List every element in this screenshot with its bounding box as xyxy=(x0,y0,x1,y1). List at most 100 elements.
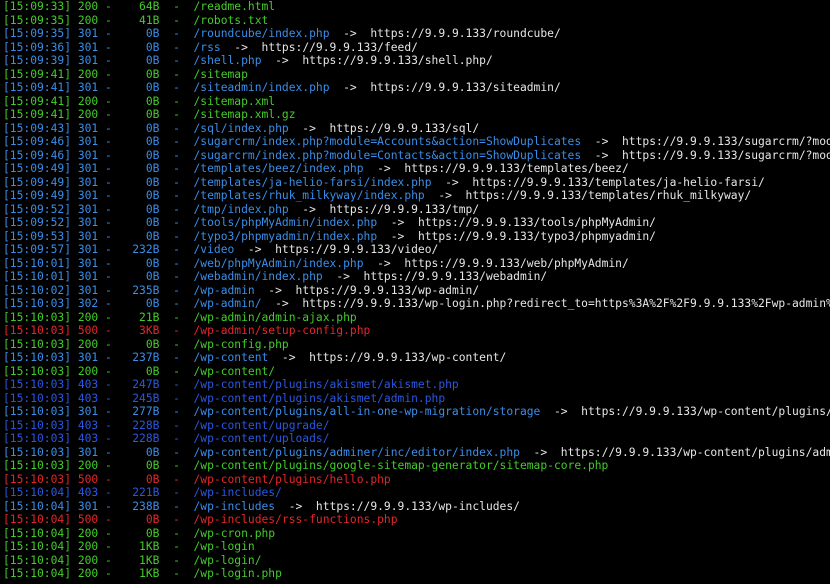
log-line: [15:10:03] 500 - 3KB - /wp-admin/setup-c… xyxy=(0,324,830,338)
log-time: [15:09:49] xyxy=(3,175,72,189)
separator: - xyxy=(159,445,194,459)
log-line: [15:09:41] 200 - 0B - /sitemap xyxy=(0,68,830,82)
log-size: 0B xyxy=(125,27,160,40)
log-redirect-url: https://9.9.9.133/templates/beez/ xyxy=(404,162,629,175)
separator: - xyxy=(98,202,126,216)
log-size: 245B xyxy=(125,391,160,405)
log-status-code: 301 xyxy=(77,243,99,256)
log-size: 0B xyxy=(125,297,160,310)
log-redirect-url: https://9.9.9.133/templates/rhuk_milkywa… xyxy=(465,189,752,202)
separator: - xyxy=(159,391,194,405)
log-size: 277B xyxy=(125,405,160,418)
redirect-arrow: -> xyxy=(261,297,303,310)
log-status-code: 200 xyxy=(77,540,99,553)
log-time: [15:10:03] xyxy=(3,310,72,324)
log-redirect-url: https://9.9.9.133/typo3/phpmyadmin/ xyxy=(417,229,656,243)
log-path: /video xyxy=(193,243,235,256)
log-time: [15:09:49] xyxy=(3,162,72,175)
log-redirect-url: https://9.9.9.133/siteadmin/ xyxy=(370,81,561,94)
separator: - xyxy=(159,27,194,40)
separator: - xyxy=(159,526,194,540)
separator: - xyxy=(159,459,194,472)
log-time: [15:09:35] xyxy=(3,27,72,40)
log-line: [15:10:03] 301 - 0B - /wp-content/plugin… xyxy=(0,446,830,460)
log-status-code: 301 xyxy=(77,445,99,459)
separator: - xyxy=(98,351,126,364)
log-status-code: 200 xyxy=(77,108,99,121)
separator: - xyxy=(98,472,126,486)
redirect-arrow: -> xyxy=(261,54,303,67)
log-size: 0B xyxy=(125,270,160,283)
log-path: /web/phpMyAdmin/index.php xyxy=(193,256,364,270)
log-status-code: 301 xyxy=(77,162,99,175)
separator: - xyxy=(159,0,194,13)
log-time: [15:10:03] xyxy=(3,472,72,486)
separator: - xyxy=(159,94,194,108)
log-status-code: 301 xyxy=(77,189,99,202)
redirect-arrow: -> xyxy=(363,162,405,175)
log-path: /sql/index.php xyxy=(193,121,289,135)
log-time: [15:09:52] xyxy=(3,216,72,229)
log-size: 238B xyxy=(125,499,160,513)
redirect-arrow: -> xyxy=(377,229,418,243)
log-size: 0B xyxy=(125,256,160,270)
log-path: /wp-content/plugins/all-in-one-wp-migrat… xyxy=(193,405,541,418)
separator: - xyxy=(98,108,126,121)
log-time: [15:09:33] xyxy=(3,0,72,13)
terminal-output[interactable]: [15:09:33] 200 - 64B - /readme.html [15:0… xyxy=(0,0,830,584)
log-redirect-url: https://9.9.9.133/sugarcrm/?module=Conta… xyxy=(621,148,830,162)
log-size: 0B xyxy=(125,108,160,121)
log-status-code: 301 xyxy=(77,27,99,40)
separator: - xyxy=(159,216,194,229)
separator: - xyxy=(159,540,194,553)
log-line: [15:10:03] 302 - 0B - /wp-admin/ -> http… xyxy=(0,297,830,311)
log-path: /typo3/phpmyadmin/index.php xyxy=(193,229,378,243)
redirect-arrow: -> xyxy=(329,27,371,40)
log-time: [15:09:49] xyxy=(3,189,72,202)
log-line: [15:10:04] 200 - 1KB - /wp-login xyxy=(0,540,830,554)
log-line: [15:09:52] 301 - 0B - /tmp/index.php -> … xyxy=(0,203,830,217)
log-path: /webadmin/index.php xyxy=(193,270,323,283)
log-size: 0B xyxy=(125,216,160,229)
separator: - xyxy=(159,324,194,337)
log-line: [15:09:46] 301 - 0B - /sugarcrm/index.ph… xyxy=(0,135,830,149)
log-status-code: 200 xyxy=(77,553,99,567)
log-line: [15:09:52] 301 - 0B - /tools/phpMyAdmin/… xyxy=(0,216,830,230)
log-status-code: 403 xyxy=(77,378,99,391)
log-path: /robots.txt xyxy=(193,13,269,27)
log-path: /wp-content/plugins/akismet/admin.php xyxy=(193,391,446,405)
separator: - xyxy=(98,337,126,351)
separator: - xyxy=(159,162,194,175)
log-time: [15:10:03] xyxy=(3,391,72,405)
log-line: [15:09:43] 301 - 0B - /sql/index.php -> … xyxy=(0,122,830,136)
log-line: [15:10:04] 301 - 238B - /wp-includes -> … xyxy=(0,500,830,514)
separator: - xyxy=(98,364,126,378)
separator: - xyxy=(159,567,194,580)
log-line: [15:09:49] 301 - 0B - /templates/rhuk_mi… xyxy=(0,189,830,203)
redirect-arrow: -> xyxy=(220,40,262,54)
log-redirect-url: https://9.9.9.133/roundcube/ xyxy=(370,27,561,40)
log-redirect-url: https://9.9.9.133/webadmin/ xyxy=(363,270,548,283)
log-size: 0B xyxy=(125,135,160,148)
log-time: [15:09:41] xyxy=(3,108,72,121)
separator: - xyxy=(98,459,126,472)
log-status-code: 200 xyxy=(77,567,99,580)
log-time: [15:10:03] xyxy=(3,405,72,418)
log-size: 228B xyxy=(125,418,160,432)
log-path: /wp-includes xyxy=(193,499,276,513)
log-size: 41B xyxy=(125,13,160,27)
